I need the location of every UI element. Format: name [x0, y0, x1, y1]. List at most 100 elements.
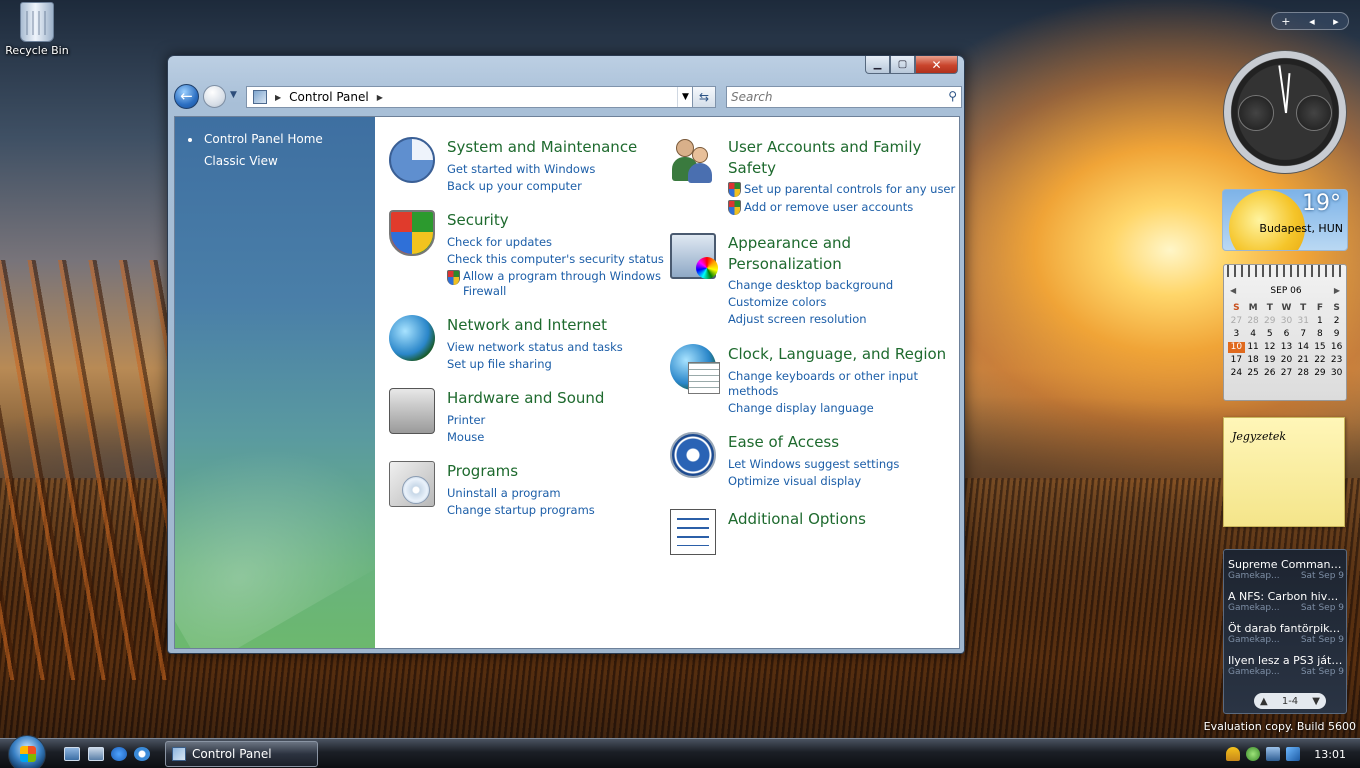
calendar-day[interactable]: 28	[1295, 368, 1312, 379]
calendar-day[interactable]: 26	[1261, 368, 1278, 379]
calendar-day[interactable]: 15	[1312, 342, 1329, 353]
feed-title[interactable]: Supreme Command...	[1228, 558, 1344, 571]
volume-tray-icon[interactable]	[1286, 747, 1301, 761]
calendar-day[interactable]: 30	[1278, 316, 1295, 327]
network-globe-icon[interactable]	[389, 315, 435, 361]
calendar-day[interactable]: 27	[1278, 368, 1295, 379]
address-dropdown[interactable]: ▼	[677, 87, 693, 107]
calendar-day[interactable]: 8	[1312, 329, 1329, 340]
calendar-day[interactable]: 5	[1261, 329, 1278, 340]
forward-button[interactable]	[203, 85, 226, 108]
feed-title[interactable]: A NFS: Carbon hivat...	[1228, 590, 1344, 603]
file-sharing-link[interactable]: Set up file sharing	[447, 357, 552, 372]
users-tray-icon[interactable]	[1246, 747, 1261, 761]
back-button[interactable]: ←	[174, 84, 199, 109]
suggest-settings-link[interactable]: Let Windows suggest settings	[728, 457, 899, 472]
calendar-day[interactable]: 11	[1245, 342, 1262, 353]
feed-item[interactable]: A NFS: Carbon hivat... Gamekap... Sat Sep…	[1228, 590, 1344, 621]
search-input[interactable]	[727, 87, 927, 107]
printer-link[interactable]: Printer	[447, 413, 485, 428]
feed-up-icon[interactable]: ▲	[1260, 696, 1268, 707]
get-started-link[interactable]: Get started with Windows	[447, 162, 595, 177]
media-player-icon[interactable]	[134, 747, 150, 761]
calendar-day[interactable]: 9	[1328, 329, 1345, 340]
notes-gadget[interactable]: Jegyzetek	[1223, 417, 1345, 527]
optimize-display-link[interactable]: Optimize visual display	[728, 474, 861, 489]
mouse-link[interactable]: Mouse	[447, 430, 484, 445]
close-button[interactable]: ✕	[915, 56, 958, 74]
ease-of-access-icon[interactable]	[670, 432, 716, 478]
programs-disc-icon[interactable]	[389, 461, 435, 507]
ease-of-access-title[interactable]: Ease of Access	[728, 432, 839, 453]
calendar-day[interactable]: 24	[1228, 368, 1245, 379]
clock-gadget[interactable]	[1223, 50, 1347, 174]
show-desktop-icon[interactable]	[64, 747, 80, 761]
system-maintenance-icon[interactable]	[389, 137, 435, 183]
calendar-day[interactable]: 20	[1278, 355, 1295, 366]
display-language-link[interactable]: Change display language	[728, 401, 874, 416]
calendar-day[interactable]: 19	[1261, 355, 1278, 366]
network-internet-title[interactable]: Network and Internet	[447, 315, 607, 336]
calendar-day[interactable]: 31	[1295, 316, 1312, 327]
breadcrumb-control-panel[interactable]: Control Panel	[289, 90, 369, 104]
startup-programs-link[interactable]: Change startup programs	[447, 503, 595, 518]
maximize-button[interactable]: ▢	[890, 56, 915, 74]
feed-title[interactable]: Ilyen lesz a PS3 játé...	[1228, 654, 1344, 667]
weather-gadget[interactable]: 19° Budapest, HUN	[1222, 189, 1348, 251]
add-remove-users-link[interactable]: Add or remove user accounts	[744, 200, 913, 215]
appearance-title[interactable]: Appearance and Personalization	[728, 233, 938, 275]
calendar-day[interactable]: 6	[1278, 329, 1295, 340]
uninstall-program-link[interactable]: Uninstall a program	[447, 486, 561, 501]
check-for-updates-link[interactable]: Check for updates	[447, 235, 552, 250]
system-maintenance-title[interactable]: System and Maintenance	[447, 137, 637, 158]
feed-title[interactable]: Öt darab fantörpiku...	[1228, 622, 1344, 635]
calendar-next-icon[interactable]: ▶	[1334, 286, 1340, 295]
calendar-day[interactable]: 29	[1261, 316, 1278, 327]
calendar-day[interactable]: 3	[1228, 329, 1245, 340]
calendar-day[interactable]: 18	[1245, 355, 1262, 366]
control-panel-home-link[interactable]: Control Panel Home	[204, 132, 323, 146]
recycle-bin-desktop-icon[interactable]: Recycle Bin	[4, 2, 70, 57]
firewall-link[interactable]: Allow a program through Windows Firewall	[463, 269, 668, 299]
classic-view-link[interactable]: Classic View	[204, 154, 278, 168]
calendar-day[interactable]: 12	[1261, 342, 1278, 353]
calendar-day[interactable]: 25	[1245, 368, 1262, 379]
screen-resolution-link[interactable]: Adjust screen resolution	[728, 312, 867, 327]
search-icon[interactable]: ⚲	[948, 89, 957, 103]
calendar-day[interactable]: 14	[1295, 342, 1312, 353]
taskbar-button-control-panel[interactable]: Control Panel	[165, 741, 318, 767]
recent-pages-dropdown[interactable]: ▼	[230, 90, 237, 100]
user-accounts-title[interactable]: User Accounts and Family Safety	[728, 137, 938, 179]
add-gadget-icon[interactable]: +	[1281, 15, 1290, 28]
clock-language-title[interactable]: Clock, Language, and Region	[728, 344, 946, 365]
internet-explorer-icon[interactable]	[111, 747, 127, 761]
previous-icon[interactable]: ◂	[1309, 15, 1315, 28]
change-keyboards-link[interactable]: Change keyboards or other input methods	[728, 369, 928, 399]
checklist-icon[interactable]	[670, 509, 716, 555]
taskbar-clock[interactable]: 13:01	[1314, 748, 1346, 761]
network-tray-icon[interactable]	[1266, 747, 1281, 761]
calendar-day[interactable]: 16	[1328, 342, 1345, 353]
parental-controls-link[interactable]: Set up parental controls for any user	[744, 182, 955, 197]
calendar-day[interactable]: 2	[1328, 316, 1345, 327]
switch-windows-icon[interactable]	[88, 747, 104, 761]
calendar-day[interactable]: 27	[1228, 316, 1245, 327]
customize-colors-link[interactable]: Customize colors	[728, 295, 826, 310]
printer-icon[interactable]	[389, 388, 435, 434]
programs-title[interactable]: Programs	[447, 461, 518, 482]
next-icon[interactable]: ▸	[1333, 15, 1339, 28]
calendar-day[interactable]: 10	[1228, 342, 1245, 353]
calendar-day[interactable]: 7	[1295, 329, 1312, 340]
feed-item[interactable]: Supreme Command... Gamekap... Sat Sep 9	[1228, 558, 1344, 589]
calendar-day[interactable]: 30	[1328, 368, 1345, 379]
calendar-day[interactable]: 1	[1312, 316, 1329, 327]
calendar-day[interactable]: 13	[1278, 342, 1295, 353]
security-title[interactable]: Security	[447, 210, 509, 231]
clock-globe-icon[interactable]	[670, 344, 720, 394]
start-button[interactable]	[8, 735, 46, 768]
appearance-monitor-icon[interactable]	[670, 233, 718, 279]
breadcrumb-separator-icon[interactable]: ▶	[275, 93, 281, 102]
refresh-button[interactable]: ⇆	[692, 86, 716, 108]
calendar-day[interactable]: 29	[1312, 368, 1329, 379]
calendar-day[interactable]: 28	[1245, 316, 1262, 327]
